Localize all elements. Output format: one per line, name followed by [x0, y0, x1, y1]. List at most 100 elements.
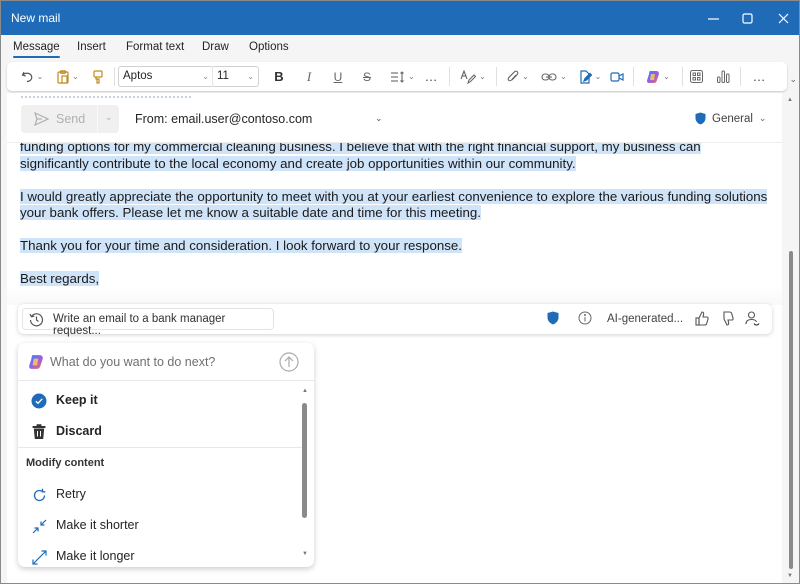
- bar-chart-icon: [716, 70, 729, 83]
- copilot-icon: [647, 70, 660, 83]
- more-options-button[interactable]: …: [747, 62, 771, 91]
- new-mail-window: New mail Message Insert Format text Draw…: [0, 0, 800, 584]
- underline-button[interactable]: U: [328, 62, 348, 91]
- body-paragraph: Thank you for your time and consideratio…: [20, 238, 462, 253]
- copilot-prompt-input[interactable]: What do you want to do next?: [18, 343, 314, 381]
- link-icon: [541, 72, 557, 81]
- sensitivity-label: General: [712, 112, 753, 125]
- line-spacing-button[interactable]: ⌄: [387, 62, 419, 91]
- thumbs-up-icon[interactable]: [695, 311, 709, 326]
- send-options-chevron-icon[interactable]: ⌄: [105, 112, 113, 123]
- ai-generated-label[interactable]: AI-generated...: [607, 313, 683, 325]
- more-icon: …: [752, 69, 766, 84]
- menu-item-label: Discard: [56, 424, 102, 438]
- message-body[interactable]: funding options for my commercial cleani…: [20, 139, 770, 304]
- scrollbar-thumb[interactable]: [302, 403, 307, 518]
- copilot-actions-menu: What do you want to do next? Keep it Dis…: [18, 343, 314, 567]
- section-header-modify-content: Modify content: [26, 457, 105, 469]
- teams-meeting-button[interactable]: [607, 62, 627, 91]
- insert-link-button[interactable]: ⌄: [538, 62, 570, 91]
- tab-draw[interactable]: Draw: [202, 41, 229, 53]
- scroll-down-icon[interactable]: ▼: [787, 573, 793, 579]
- send-button[interactable]: Send ⌄: [21, 105, 119, 133]
- attach-file-button[interactable]: ⌄: [503, 62, 533, 91]
- menu-item-label: Make it shorter: [56, 518, 139, 532]
- thumbs-down-icon[interactable]: [720, 311, 734, 326]
- scroll-down-icon[interactable]: ▼: [302, 551, 308, 557]
- paste-button[interactable]: ⌄: [53, 62, 83, 91]
- user-feedback-icon[interactable]: [745, 311, 760, 326]
- chevron-down-icon: ⌄: [594, 72, 602, 81]
- tab-format-text[interactable]: Format text: [126, 41, 184, 53]
- font-size-select[interactable]: 11 ⌄: [212, 66, 259, 87]
- menu-item-make-shorter[interactable]: Make it shorter: [18, 511, 302, 539]
- check-circle-icon: [31, 393, 47, 409]
- apps-button[interactable]: [685, 62, 707, 91]
- scroll-up-icon[interactable]: ▲: [302, 388, 308, 394]
- faded-text-line: [21, 96, 191, 99]
- italic-icon: I: [306, 68, 312, 84]
- font-name-value: Aptos: [123, 70, 153, 82]
- copilot-draft-bar: Write an email to a bank manager request…: [18, 304, 772, 337]
- chevron-down-icon: ⌄: [522, 72, 529, 81]
- undo-button[interactable]: ⌄: [17, 62, 47, 91]
- apps-icon: [689, 70, 703, 83]
- scroll-up-icon[interactable]: ▲: [787, 97, 793, 103]
- chevron-down-icon: ⌄: [479, 72, 486, 81]
- editor-button[interactable]: ⌄: [456, 62, 490, 91]
- close-button[interactable]: [763, 1, 799, 35]
- chevron-down-icon: ⌄: [408, 72, 415, 81]
- copilot-button[interactable]: ⌄: [640, 62, 676, 91]
- sensitivity-button[interactable]: General ⌄: [695, 112, 766, 125]
- send-label: Send: [56, 112, 86, 126]
- video-camera-icon: [610, 71, 624, 82]
- italic-button[interactable]: I: [299, 62, 319, 91]
- format-painter-icon: [93, 69, 103, 84]
- shield-icon: [695, 112, 706, 125]
- prompt-text: Write an email to a bank manager request…: [53, 313, 226, 337]
- maximize-button[interactable]: [727, 1, 767, 35]
- close-icon: [778, 13, 788, 23]
- title-bar: New mail: [1, 1, 799, 35]
- bold-button[interactable]: B: [269, 62, 289, 91]
- compose-scrollbar[interactable]: ▲ ▼: [783, 93, 799, 583]
- more-icon: …: [424, 69, 438, 84]
- menu-item-label: Make it longer: [56, 549, 135, 563]
- clipboard-icon: [57, 69, 69, 84]
- minimize-icon: [707, 17, 719, 20]
- body-paragraph: Best regards,: [20, 271, 100, 286]
- window-title: New mail: [11, 11, 61, 25]
- submit-arrow-icon[interactable]: [279, 352, 299, 372]
- menu-item-retry[interactable]: Retry: [18, 480, 302, 508]
- strikethrough-button[interactable]: S: [357, 62, 377, 91]
- menu-item-label: Keep it: [56, 393, 98, 407]
- tab-message[interactable]: Message: [13, 41, 60, 58]
- info-icon[interactable]: [578, 311, 592, 325]
- more-formatting-button[interactable]: …: [420, 62, 442, 91]
- ribbon-tabs: Message Insert Format text Draw Options: [1, 35, 799, 61]
- scrollbar-thumb[interactable]: [789, 251, 793, 569]
- ribbon-expand-chevron-icon[interactable]: ⌄: [789, 74, 797, 85]
- retry-icon: [33, 488, 45, 501]
- format-painter-button[interactable]: [89, 62, 107, 91]
- message-header: Send ⌄ From: email.user@contoso.com ⌄ Ge…: [7, 101, 782, 143]
- tab-insert[interactable]: Insert: [77, 41, 106, 53]
- history-icon: [29, 313, 44, 327]
- menu-item-make-longer[interactable]: Make it longer: [18, 542, 302, 567]
- tab-options[interactable]: Options: [249, 41, 289, 53]
- font-name-select[interactable]: Aptos ⌄: [118, 66, 214, 87]
- from-label: From:: [135, 112, 168, 126]
- from-field[interactable]: From: email.user@contoso.com: [135, 112, 312, 126]
- from-chevron-down-icon[interactable]: ⌄: [375, 113, 383, 124]
- insights-button[interactable]: [712, 62, 734, 91]
- chevron-down-icon: ⌄: [560, 72, 567, 81]
- menu-item-keep-it[interactable]: Keep it: [18, 386, 302, 414]
- prompt-history-chip[interactable]: Write an email to a bank manager request…: [22, 308, 274, 337]
- body-paragraph: I would greatly appreciate the opportuni…: [20, 188, 768, 220]
- expand-icon: [31, 549, 47, 565]
- chevron-down-icon: ⌄: [36, 72, 44, 81]
- menu-item-discard[interactable]: Discard: [18, 417, 302, 445]
- signature-button[interactable]: ⌄: [575, 62, 605, 91]
- menu-item-label: Retry: [56, 487, 86, 501]
- line-spacing-icon: [391, 70, 405, 83]
